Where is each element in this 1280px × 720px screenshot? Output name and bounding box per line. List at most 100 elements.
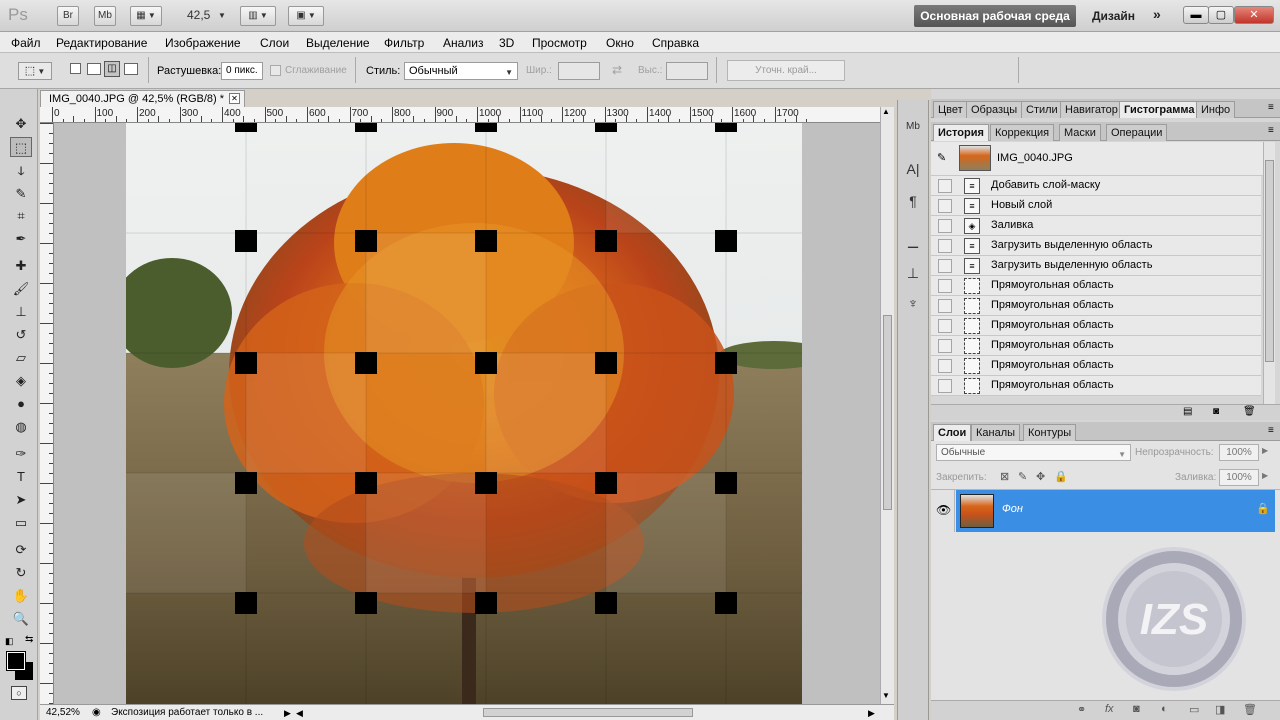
menu-window[interactable]: Окно [606,36,634,50]
tool-preset-picker[interactable]: ⬚ ▼ [18,62,52,80]
history-item[interactable]: ≡ Загрузить выделенную область [931,256,1261,276]
move-tool-icon[interactable]: ✥ [10,114,32,134]
blur-tool-icon[interactable]: ● [10,394,32,414]
rectangle-tool-icon[interactable]: ▭ [10,513,32,533]
history-item[interactable]: Прямоугольная область [931,316,1261,336]
pen-tool-icon[interactable]: ✑ [10,444,32,464]
tab-navigator[interactable]: Навигатор [1060,101,1123,118]
tab-styles[interactable]: Стили [1021,101,1063,118]
history-item[interactable]: ≡ Загрузить выделенную область [931,236,1261,256]
tab-actions[interactable]: Операции [1106,124,1168,141]
history-item[interactable]: Прямоугольная область [931,296,1261,316]
history-brush-source-checkbox[interactable] [938,279,952,293]
document-canvas[interactable] [54,123,880,704]
quick-selection-tool-icon[interactable]: ✎ [10,184,32,204]
status-info-icon[interactable]: ◉ [92,706,101,720]
width-input[interactable] [558,62,600,80]
status-menu-icon[interactable]: ▶ [284,706,291,720]
default-colors-icon[interactable]: ◧ [5,636,14,647]
tab-histogram[interactable]: Гистограмма [1119,101,1200,118]
tab-swatches[interactable]: Образцы [966,101,1023,118]
opacity-slider-icon[interactable]: ▶ [1262,446,1268,455]
lock-all-icon[interactable]: 🔒 [1054,470,1068,483]
mini-bridge-icon[interactable]: Mb [901,116,925,138]
menu-3d[interactable]: 3D [499,36,514,50]
menu-view[interactable]: Просмотр [532,36,587,50]
close-document-icon[interactable]: ✕ [229,93,240,104]
menu-layer[interactable]: Слои [260,36,289,50]
intersect-selection-icon[interactable] [124,63,138,75]
height-input[interactable] [666,62,708,80]
panel-menu-icon[interactable]: ≡ [1268,425,1274,436]
workspace-essentials-button[interactable]: Основная рабочая среда [914,5,1076,27]
tab-info[interactable]: Инфо [1196,101,1236,118]
scroll-up-icon[interactable]: ▲ [882,107,890,116]
healing-brush-tool-icon[interactable]: ✚ [10,256,32,276]
blend-mode-select[interactable]: Обычные ▼ [936,444,1131,461]
menu-edit[interactable]: Редактирование [56,36,147,50]
history-scrollbar[interactable] [1263,142,1275,404]
history-brush-source-checkbox[interactable] [938,359,952,373]
link-layers-icon[interactable]: ⚭ [1077,703,1086,716]
path-selection-tool-icon[interactable]: ➤ [10,490,32,510]
refine-edge-button[interactable]: Уточн. край... [727,60,845,81]
character-icon[interactable]: A| [901,158,925,180]
zoom-tool-icon[interactable]: 🔍 [10,609,32,629]
menu-image[interactable]: Изображение [165,36,241,50]
vertical-scrollbar[interactable]: ▲ ▼ [880,107,894,704]
close-window-button[interactable]: ✕ [1234,6,1274,24]
new-layer-icon[interactable]: ◨ [1215,703,1225,716]
add-mask-icon[interactable]: ◙ [1133,703,1140,715]
opacity-input[interactable]: 100% [1219,444,1259,461]
fill-slider-icon[interactable]: ▶ [1262,471,1268,480]
rectangular-marquee-tool-icon[interactable]: ⬚ [10,137,32,157]
hscroll-right-icon[interactable]: ▶ [868,706,875,720]
new-group-icon[interactable]: ▭ [1189,703,1199,716]
menu-select[interactable]: Выделение [306,36,370,50]
clone-source-icon[interactable]: ⊥ [901,262,925,284]
tab-adjustments[interactable]: Коррекция [990,124,1055,141]
history-brush-source-checkbox[interactable] [938,179,952,193]
history-item[interactable]: Прямоугольная область [931,356,1261,376]
panel-menu-icon[interactable]: ≡ [1268,125,1274,136]
quick-mask-icon[interactable]: ○ [11,686,27,700]
maximize-button[interactable]: ▢ [1208,6,1234,24]
menu-filter[interactable]: Фильтр [384,36,424,50]
document-tab[interactable]: IMG_0040.JPG @ 42,5% (RGB/8) * ✕ [40,90,245,107]
dodge-tool-icon[interactable]: ◍ [10,417,32,437]
type-tool-icon[interactable]: T [10,467,32,487]
tab-paths[interactable]: Контуры [1023,424,1077,441]
lasso-tool-icon[interactable]: ↆ [10,161,32,181]
status-zoom[interactable]: 42,52% [46,706,80,720]
history-item[interactable]: ≡ Добавить слой-маску [931,176,1261,196]
crop-tool-icon[interactable]: ⌗ [10,206,32,226]
new-snapshot-icon[interactable]: ◙ [1213,406,1219,417]
swap-icon[interactable]: ⇄ [612,63,622,77]
history-brush-tool-icon[interactable]: ↺ [10,325,32,345]
panel-menu-icon[interactable]: ≡ [1268,102,1274,113]
history-item[interactable]: ◈ Заливка [931,216,1261,236]
history-item[interactable]: ≡ Новый слой [931,196,1261,216]
history-brush-source-checkbox[interactable] [938,219,952,233]
clone-stamp-tool-icon[interactable]: ⊥ [10,302,32,322]
lock-transparent-icon[interactable]: ⊠ [1000,470,1009,483]
eraser-tool-icon[interactable]: ▱ [10,348,32,368]
layer-style-icon[interactable]: fx [1105,703,1114,715]
fill-input[interactable]: 100% [1219,469,1259,486]
history-brush-source-checkbox[interactable] [938,259,952,273]
history-item[interactable]: Прямоугольная область [931,376,1261,396]
history-item[interactable]: Прямоугольная область [931,336,1261,356]
3d-orbit-tool-icon[interactable]: ↻ [10,563,32,583]
horizontal-scroll-thumb[interactable] [483,708,693,717]
hand-tool-icon[interactable]: ✋ [10,586,32,606]
lock-image-icon[interactable]: ✎ [1018,470,1027,483]
swap-colors-icon[interactable]: ⇆ [25,634,33,645]
view-extras-button[interactable]: ▦ ▼ [130,6,162,26]
minimize-button[interactable]: ▬ [1183,6,1209,24]
new-selection-icon[interactable] [70,63,81,74]
3d-rotate-tool-icon[interactable]: ⟳ [10,540,32,560]
history-brush-source-icon[interactable]: ✎ [937,151,946,164]
lock-position-icon[interactable]: ✥ [1036,470,1045,483]
zoom-dropdown-icon[interactable]: ▼ [218,11,226,20]
layer-row-background[interactable]: Фон 🔒 [956,490,1275,532]
